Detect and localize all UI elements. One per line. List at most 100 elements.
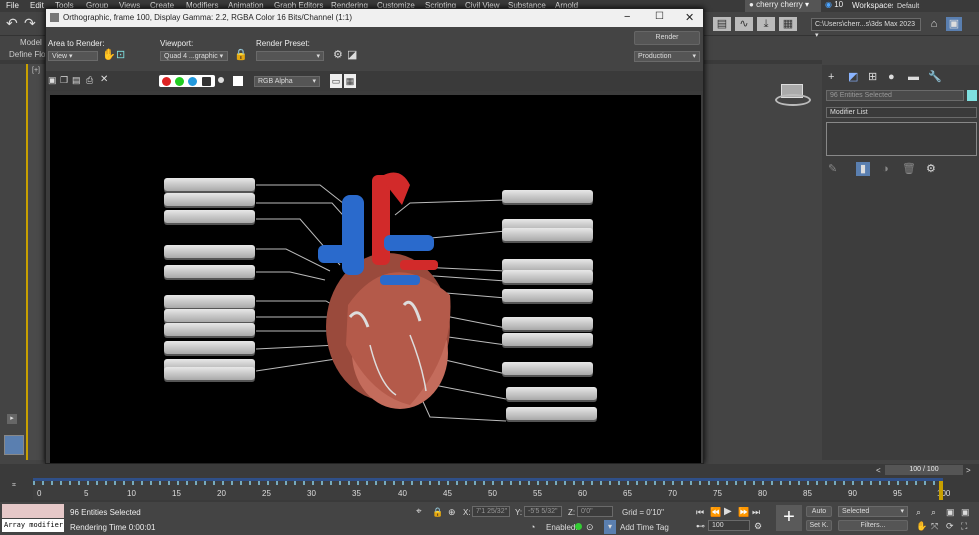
viewport-thumb-icon[interactable]	[4, 435, 24, 455]
zoom-extents-icon[interactable]: ▣	[946, 505, 955, 519]
clone-window-icon[interactable]: ▤	[72, 73, 81, 87]
channel-display-dropdown[interactable]: RGB Alpha ▾	[254, 76, 320, 87]
maximize-icon[interactable]: ☐	[655, 11, 664, 22]
modifier-list-dropdown[interactable]: Modifier List	[826, 107, 977, 118]
monochrome-icon[interactable]	[218, 77, 224, 83]
maximize-viewport-icon[interactable]: ⛶	[961, 519, 967, 533]
pan-icon[interactable]: ✋	[916, 519, 927, 533]
zoom-all-icon[interactable]: ⌕	[931, 505, 936, 519]
render-setup-icon[interactable]: ▦	[779, 17, 797, 31]
transform-mode-icon[interactable]: ⊕	[448, 505, 456, 519]
alpha-channel-icon[interactable]	[202, 77, 211, 86]
walk-through-icon[interactable]: ⤧	[931, 519, 938, 533]
prev-frame-arrow-icon[interactable]: <	[876, 464, 881, 478]
toggle-scene-explorer-icon[interactable]: ▤	[713, 17, 731, 31]
set-key-button[interactable]: Set K.	[806, 520, 832, 531]
ribbon-tab-define-flo[interactable]: Define Flo	[9, 50, 45, 59]
production-dropdown[interactable]: Production ▾	[634, 51, 700, 62]
save-image-icon[interactable]: ▣	[48, 73, 57, 87]
track-bar[interactable]: 0 5 10 15 20 25 30 35 40 45 50 55 60 65 …	[33, 478, 950, 500]
object-color-swatch[interactable]	[967, 90, 977, 101]
maxscript-listener[interactable]	[2, 504, 64, 518]
next-frame-arrow-icon[interactable]: >	[966, 464, 971, 478]
enabled-indicator-icon[interactable]	[575, 523, 582, 530]
play-icon[interactable]: ▶	[724, 505, 732, 519]
render-preset-dropdown[interactable]: ▾	[256, 51, 324, 61]
background-color-swatch[interactable]	[233, 76, 243, 86]
blue-channel-icon[interactable]	[188, 77, 197, 86]
minimize-icon[interactable]: −	[624, 11, 630, 23]
auto-key-button[interactable]: Auto	[806, 506, 832, 517]
current-frame-field[interactable]: 100	[708, 520, 750, 531]
redo-icon[interactable]: ↷	[24, 16, 36, 30]
make-unique-icon[interactable]: ◑	[882, 162, 889, 176]
key-filter-dropdown[interactable]: Selected ▾	[838, 506, 908, 517]
ribbon-tab-model[interactable]: Model	[20, 38, 42, 47]
next-frame-icon[interactable]: ⏩	[738, 505, 749, 519]
utilities-tab-icon[interactable]: 🔧	[928, 70, 942, 84]
orbit-icon[interactable]: ⟳	[946, 519, 954, 533]
render-setup-icon[interactable]: ⚙	[333, 48, 343, 62]
isolate-selection-icon[interactable]: ⌖	[416, 505, 422, 519]
add-time-tag-icon[interactable]: ▾	[604, 520, 616, 534]
environment-effects-icon[interactable]: ◪	[347, 48, 357, 62]
pin-stack-icon[interactable]: ✎	[828, 162, 837, 176]
selection-lock-icon[interactable]: 🔒	[432, 505, 443, 519]
green-channel-icon[interactable]	[175, 77, 184, 86]
project-path-dropdown[interactable]: C:\Users\cherr...s\3ds Max 2023 ▾	[811, 18, 921, 39]
create-tab-icon[interactable]: +	[828, 70, 834, 84]
viewport-dropdown[interactable]: Quad 4 ...graphic ▾	[160, 51, 228, 61]
modifier-stack[interactable]	[826, 122, 977, 156]
go-to-end-icon[interactable]: ⏭	[752, 505, 760, 519]
zoom-extents-all-icon[interactable]: ▣	[961, 505, 970, 519]
render-canvas[interactable]	[50, 95, 701, 463]
time-tag-icon[interactable]: ⊙	[586, 520, 594, 534]
copy-image-icon[interactable]: ❐	[60, 73, 68, 87]
time-slider[interactable]: 100 / 100	[885, 465, 963, 475]
red-channel-icon[interactable]	[162, 77, 171, 86]
close-icon[interactable]: ✕	[685, 11, 694, 24]
viewcube-icon[interactable]	[775, 82, 811, 110]
project-folder-icon[interactable]: ⌂	[926, 17, 942, 31]
zoom-icon[interactable]: ⌕	[916, 505, 921, 519]
time-configuration-icon[interactable]: ⚙	[754, 519, 762, 533]
x-coordinate-field[interactable]: 7'1 25/32"	[472, 506, 510, 517]
auto-region-icon[interactable]: ⊡	[116, 48, 125, 62]
undo-icon[interactable]: ↶	[6, 16, 18, 30]
edit-region-icon[interactable]: ✋	[102, 48, 116, 62]
clear-image-icon[interactable]: ✕	[100, 73, 108, 87]
workspace-dropdown[interactable]: Default	[893, 1, 955, 12]
configure-sets-icon[interactable]: ⚙	[926, 162, 936, 176]
selection-name-field[interactable]: 96 Entities Selected	[826, 90, 964, 101]
modify-tab-icon[interactable]: ◩	[848, 70, 858, 84]
lock-viewport-icon[interactable]: 🔒	[234, 48, 248, 62]
print-image-icon[interactable]: ⎙	[86, 73, 93, 87]
add-time-tag[interactable]: Add Time Tag	[620, 523, 669, 532]
save-file-icon[interactable]: ⤓	[757, 17, 775, 31]
viewport-label[interactable]: [+]	[32, 67, 40, 74]
notification-badge[interactable]: ◉ 10	[825, 0, 847, 12]
mini-curve-editor-icon[interactable]: ⌗	[12, 482, 16, 490]
y-coordinate-field[interactable]: -5'5 5/32"	[524, 506, 562, 517]
prev-frame-icon[interactable]: ⏪	[710, 505, 721, 519]
area-to-render-dropdown[interactable]: View ▾	[48, 51, 98, 61]
remove-modifier-icon[interactable]: 🗑	[902, 162, 916, 176]
hierarchy-tab-icon[interactable]: ⊞	[868, 70, 877, 84]
curve-editor-icon[interactable]: ∿	[735, 17, 753, 31]
display-tab-icon[interactable]: ▬	[908, 70, 919, 84]
menu-edit[interactable]: Edit	[30, 1, 44, 10]
key-filters-button[interactable]: Filters...	[838, 520, 908, 531]
maxscript-output[interactable]: Array modifier	[2, 519, 64, 532]
render-button[interactable]: Render	[634, 31, 700, 45]
set-key-icon[interactable]: +	[776, 505, 802, 531]
key-mode-icon[interactable]: ⊷	[696, 519, 705, 533]
show-end-result-icon[interactable]: ▮	[856, 162, 870, 176]
z-coordinate-field[interactable]: 0'0"	[577, 506, 613, 517]
menu-file[interactable]: File	[6, 1, 19, 10]
toggle-ui-overlay-icon[interactable]: ▭	[330, 74, 342, 88]
viewport-layout-icon[interactable]: ▣	[946, 17, 962, 31]
go-to-start-icon[interactable]: ⏮	[696, 505, 704, 519]
toggle-ui-icon[interactable]: ▦	[344, 74, 356, 88]
collapse-arrow-icon[interactable]: ▸	[7, 414, 17, 424]
adaptive-degradation-icon[interactable]: ◔	[530, 520, 535, 534]
